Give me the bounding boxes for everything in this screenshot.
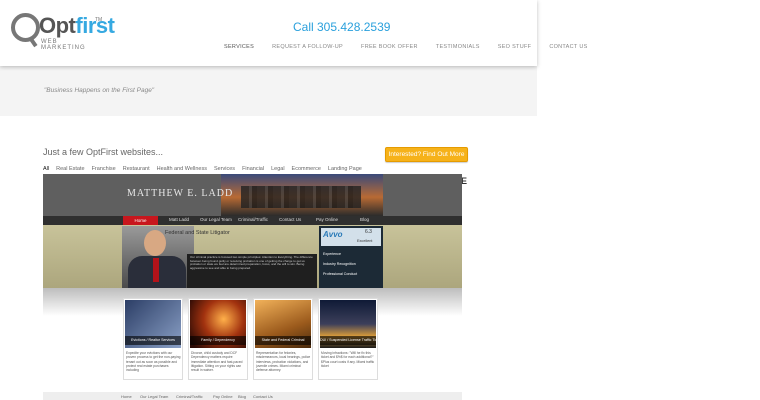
find-out-more-button[interactable]: Interested? Find Out More: [385, 147, 468, 162]
preview-nav-item: Pay Online: [316, 217, 339, 222]
filter-franchise[interactable]: Franchise: [92, 166, 116, 172]
filter-health-wellness[interactable]: Health and Wellness: [157, 166, 207, 172]
nav-seo-stuff[interactable]: SEO STUFF: [498, 44, 532, 50]
logo-trademark: TM: [95, 17, 103, 23]
magnifier-handle: [28, 36, 38, 48]
service-card: Evictions / Realtor Services Expedite yo…: [123, 298, 183, 380]
portfolio-title: Just a few OptFirst websites...: [43, 147, 164, 157]
preview-footer-nav: Home Our Legal Team Criminal/Traffic Pay…: [43, 392, 462, 400]
card-text: Divorce, child custody and DCF Dependenc…: [191, 351, 243, 373]
optfirst-logo[interactable]: Optfirst TM WEB MARKETING: [11, 11, 115, 51]
footer-nav-item: Our Legal Team: [140, 394, 169, 399]
card-caption: Family / Dependency: [190, 336, 246, 345]
preview-brand: MATTHEW E. LADD: [127, 188, 234, 199]
service-card: State and Federal Criminal Representatio…: [253, 298, 313, 380]
filter-ecommerce[interactable]: Ecommerce: [292, 166, 321, 172]
card-text: Moving infractions: "Will he fix this ti…: [321, 351, 375, 368]
preview-hero-text: Our criminal practice is focused two sim…: [190, 255, 313, 270]
preview-nav-item: Contact Us: [279, 217, 302, 222]
card-caption: Evictions / Realtor Services: [125, 336, 181, 345]
avvo-row: Experience: [323, 252, 341, 256]
preview-nav-item: Criminal/Traffic: [238, 217, 269, 222]
website-preview[interactable]: MATTHEW E. LADD Home Matt Ladd Our Legal…: [43, 174, 462, 400]
filter-real-estate[interactable]: Real Estate: [56, 166, 84, 172]
nav-request-follow-up[interactable]: REQUEST A FOLLOW-UP: [272, 44, 343, 50]
phone-number[interactable]: Call 305.428.2539: [293, 20, 390, 34]
footer-nav-item: Home: [121, 394, 132, 399]
filter-landing-page[interactable]: Landing Page: [328, 166, 362, 172]
preview-nav-item: Blog: [360, 217, 370, 222]
footer-nav-item: Contact Us: [253, 394, 273, 399]
footer-nav-item: Pay Online: [213, 394, 233, 399]
card-caption: DUI / Suspended License Traffic Tickets: [320, 336, 376, 345]
card-text: Expedite your evictions with our proven …: [126, 351, 181, 373]
avvo-badge: Avvo 6.3 Excellent: [321, 228, 381, 246]
filter-all[interactable]: All: [43, 166, 49, 172]
card-text: Representation for felonies, misdemeanor…: [256, 351, 311, 373]
footer-nav-item: Criminal/Traffic: [176, 394, 203, 399]
avvo-score: 6.3: [365, 229, 372, 235]
filter-services[interactable]: Services: [214, 166, 235, 172]
preview-nav-item: Matt Ladd: [169, 217, 190, 222]
avvo-logo: Avvo: [323, 230, 343, 239]
service-card: Family / Dependency Divorce, child custo…: [188, 298, 248, 380]
filter-financial[interactable]: Financial: [242, 166, 264, 172]
avvo-row: Industry Recognition: [323, 262, 356, 266]
preview-nav: Home Matt Ladd Our Legal Team Criminal/T…: [43, 216, 462, 225]
nav-contact-us[interactable]: CONTACT US: [549, 44, 587, 50]
card-caption: State and Federal Criminal: [255, 336, 311, 345]
footer-nav-item: Blog: [238, 394, 247, 399]
nav-services[interactable]: SERVICES: [224, 44, 254, 50]
magnifier-icon: [11, 13, 40, 42]
avvo-rating-widget: Avvo 6.3 Excellent Experience Industry R…: [319, 226, 383, 288]
nav-testimonials[interactable]: TESTIMONIALS: [436, 44, 480, 50]
filter-restaurant[interactable]: Restaurant: [123, 166, 150, 172]
logo-subtitle: WEB MARKETING: [41, 39, 86, 51]
preview-nav-item: Our Legal Team: [200, 217, 232, 222]
nav-free-book-offer[interactable]: FREE BOOK OFFER: [361, 44, 418, 50]
preview-hero-title: Federal and State Litigator: [165, 230, 230, 236]
service-card: DUI / Suspended License Traffic Tickets …: [318, 298, 378, 380]
site-header: Optfirst TM WEB MARKETING Call 305.428.2…: [0, 0, 587, 66]
preview-nav-home: Home: [123, 216, 158, 225]
portfolio-filters: All Real Estate Franchise Restaurant Hea…: [43, 166, 369, 172]
avvo-rating: Excellent: [357, 239, 373, 243]
preview-city-skyline: [221, 174, 383, 216]
main-nav: SERVICES REQUEST A FOLLOW-UP FREE BOOK O…: [224, 44, 588, 50]
tagline: "Business Happens on the First Page": [44, 87, 155, 94]
avvo-row: Professional Conduct: [323, 272, 358, 276]
preview-hero-text-box: Our criminal practice is focused two sim…: [187, 254, 317, 288]
logo-wordmark: Optfirst: [39, 13, 115, 38]
filter-legal[interactable]: Legal: [271, 166, 284, 172]
